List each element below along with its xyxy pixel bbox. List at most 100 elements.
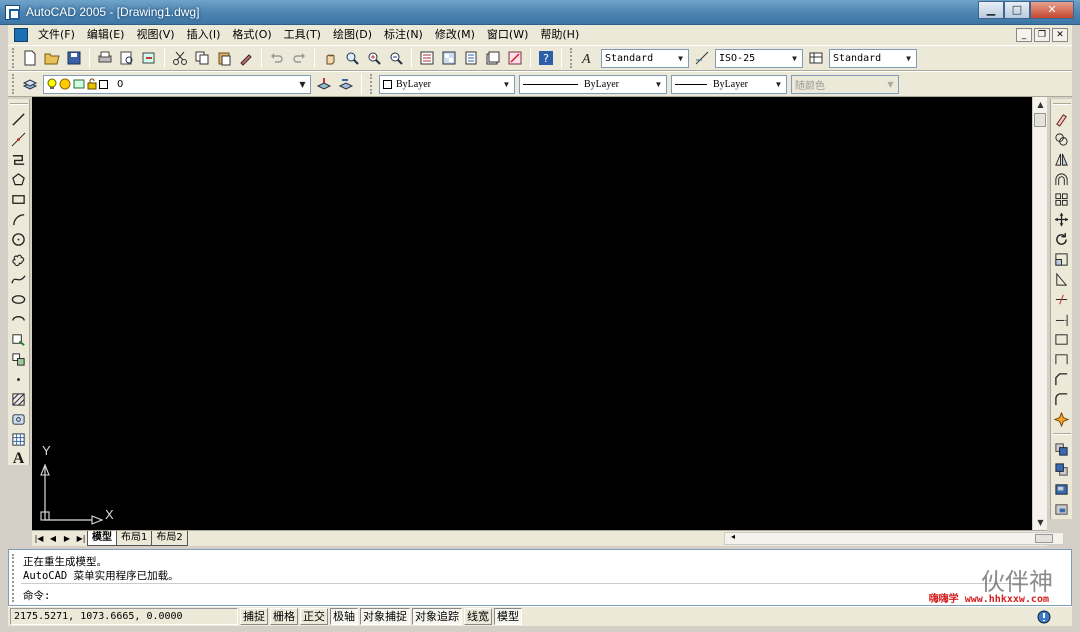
circle-icon[interactable] <box>9 229 29 249</box>
region-icon[interactable] <box>9 409 29 429</box>
menu-modify[interactable]: 修改(M) <box>429 25 481 45</box>
cut-icon[interactable] <box>170 48 190 68</box>
menu-edit[interactable]: 编辑(E) <box>81 25 131 45</box>
last-tab-icon[interactable]: ▶| <box>74 532 88 546</box>
menu-file[interactable]: 文件(F) <box>32 25 81 45</box>
doc-close-button[interactable]: ✕ <box>1052 28 1068 42</box>
line-icon[interactable] <box>9 109 29 129</box>
menu-dimension[interactable]: 标注(N) <box>378 25 429 45</box>
lineweight-toggle[interactable]: 线宽 <box>464 608 492 625</box>
redo-icon[interactable] <box>289 48 309 68</box>
communication-center-icon[interactable] <box>1036 609 1052 625</box>
menu-tools[interactable]: 工具(T) <box>278 25 327 45</box>
table-icon[interactable] <box>9 429 29 449</box>
tab-layout2[interactable]: 布局2 <box>151 531 188 546</box>
paste-icon[interactable] <box>214 48 234 68</box>
make-block-icon[interactable] <box>9 349 29 369</box>
new-icon[interactable] <box>20 48 40 68</box>
arc-icon[interactable] <box>9 209 29 229</box>
color-control-select[interactable]: ByLayer ▼ <box>379 74 515 94</box>
stretch-icon[interactable] <box>1052 269 1072 289</box>
break-at-point-icon[interactable] <box>1052 329 1072 349</box>
close-button[interactable]: ✕ <box>1030 1 1074 19</box>
first-tab-icon[interactable]: |◀ <box>32 532 46 546</box>
undo-icon[interactable] <box>267 48 287 68</box>
maximize-button[interactable]: □ <box>1004 1 1030 19</box>
horizontal-scroll-thumb[interactable] <box>1035 534 1053 543</box>
explode-icon[interactable] <box>1052 409 1072 429</box>
rotate-icon[interactable] <box>1052 229 1072 249</box>
properties-icon[interactable] <box>417 48 437 68</box>
insert-block-icon[interactable] <box>9 329 29 349</box>
design-center-icon[interactable] <box>439 48 459 68</box>
point-icon[interactable] <box>9 369 29 389</box>
send-under-icon[interactable] <box>1052 499 1072 519</box>
prev-tab-icon[interactable]: ◀ <box>46 532 60 546</box>
rectangle-icon[interactable] <box>9 189 29 209</box>
menu-format[interactable]: 格式(O) <box>226 25 277 45</box>
polygon-icon[interactable] <box>9 169 29 189</box>
layer-previous-icon[interactable] <box>336 74 356 94</box>
pan-icon[interactable] <box>320 48 340 68</box>
drawing-canvas[interactable]: Y X <box>32 97 1032 530</box>
menu-draw[interactable]: 绘图(D) <box>327 25 378 45</box>
tab-model[interactable]: 模型 <box>87 531 117 546</box>
osnap-toggle[interactable]: 对象捕捉 <box>360 608 410 625</box>
ellipse-icon[interactable] <box>9 289 29 309</box>
construction-line-icon[interactable] <box>9 129 29 149</box>
dim-style-icon[interactable] <box>692 48 712 68</box>
doc-minimize-button[interactable]: _ <box>1016 28 1032 42</box>
snap-toggle[interactable]: 捕捉 <box>240 608 268 625</box>
publish-icon[interactable] <box>139 48 159 68</box>
sheet-set-icon[interactable] <box>483 48 503 68</box>
document-icon[interactable] <box>14 28 28 42</box>
linetype-control-select[interactable]: ByLayer ▼ <box>519 74 667 94</box>
array-icon[interactable] <box>1052 189 1072 209</box>
minimize-button[interactable]: ▁ <box>978 1 1004 19</box>
next-tab-icon[interactable]: ▶ <box>60 532 74 546</box>
command-prompt[interactable]: 命令: <box>23 588 50 603</box>
send-to-back-icon[interactable] <box>1052 459 1072 479</box>
vertical-scrollbar[interactable]: ▲ ▼ <box>1032 97 1047 530</box>
move-icon[interactable] <box>1052 209 1072 229</box>
match-properties-icon[interactable] <box>236 48 256 68</box>
horizontal-scrollbar[interactable]: ◂ <box>724 532 1064 545</box>
text-style-select[interactable]: Standard ▼ <box>601 48 689 68</box>
layer-manager-icon[interactable] <box>20 74 40 94</box>
bring-to-front-icon[interactable] <box>1052 439 1072 459</box>
fillet-icon[interactable] <box>1052 389 1072 409</box>
menu-view[interactable]: 视图(V) <box>130 25 180 45</box>
help-icon[interactable]: ? <box>536 48 556 68</box>
break-icon[interactable] <box>1052 349 1072 369</box>
command-window[interactable]: 正在重生成模型。 AutoCAD 菜单实用程序已加载。 命令: 伙伴神 嗨嗨学 … <box>8 549 1072 606</box>
scroll-up-icon[interactable]: ▲ <box>1033 97 1048 112</box>
polyline-icon[interactable] <box>9 149 29 169</box>
mirror-icon[interactable] <box>1052 149 1072 169</box>
scroll-thumb[interactable] <box>1034 113 1046 127</box>
menu-insert[interactable]: 插入(I) <box>181 25 227 45</box>
trim-icon[interactable] <box>1052 289 1072 309</box>
spline-icon[interactable] <box>9 269 29 289</box>
copy-icon[interactable] <box>192 48 212 68</box>
menu-help[interactable]: 帮助(H) <box>534 25 585 45</box>
model-toggle[interactable]: 模型 <box>494 608 522 625</box>
lineweight-control-select[interactable]: ByLayer ▼ <box>671 74 787 94</box>
layer-select[interactable]: 0 ▼ <box>43 74 311 94</box>
command-window-grip[interactable] <box>12 554 16 602</box>
autocad-app-icon[interactable] <box>5 5 20 20</box>
chamfer-icon[interactable] <box>1052 369 1072 389</box>
revision-cloud-icon[interactable] <box>9 249 29 269</box>
scroll-left-icon[interactable]: ◂ <box>731 532 735 541</box>
save-icon[interactable] <box>64 48 84 68</box>
open-icon[interactable] <box>42 48 62 68</box>
otrack-toggle[interactable]: 对象追踪 <box>412 608 462 625</box>
polar-toggle[interactable]: 极轴 <box>330 608 358 625</box>
toolbar-grip[interactable] <box>370 74 374 94</box>
print-icon[interactable] <box>95 48 115 68</box>
dim-style-select[interactable]: ISO-25 ▼ <box>715 48 803 68</box>
offset-icon[interactable] <box>1052 169 1072 189</box>
tool-palettes-icon[interactable] <box>461 48 481 68</box>
scroll-down-icon[interactable]: ▼ <box>1033 515 1048 530</box>
table-style-icon[interactable] <box>806 48 826 68</box>
erase-icon[interactable] <box>1052 109 1072 129</box>
